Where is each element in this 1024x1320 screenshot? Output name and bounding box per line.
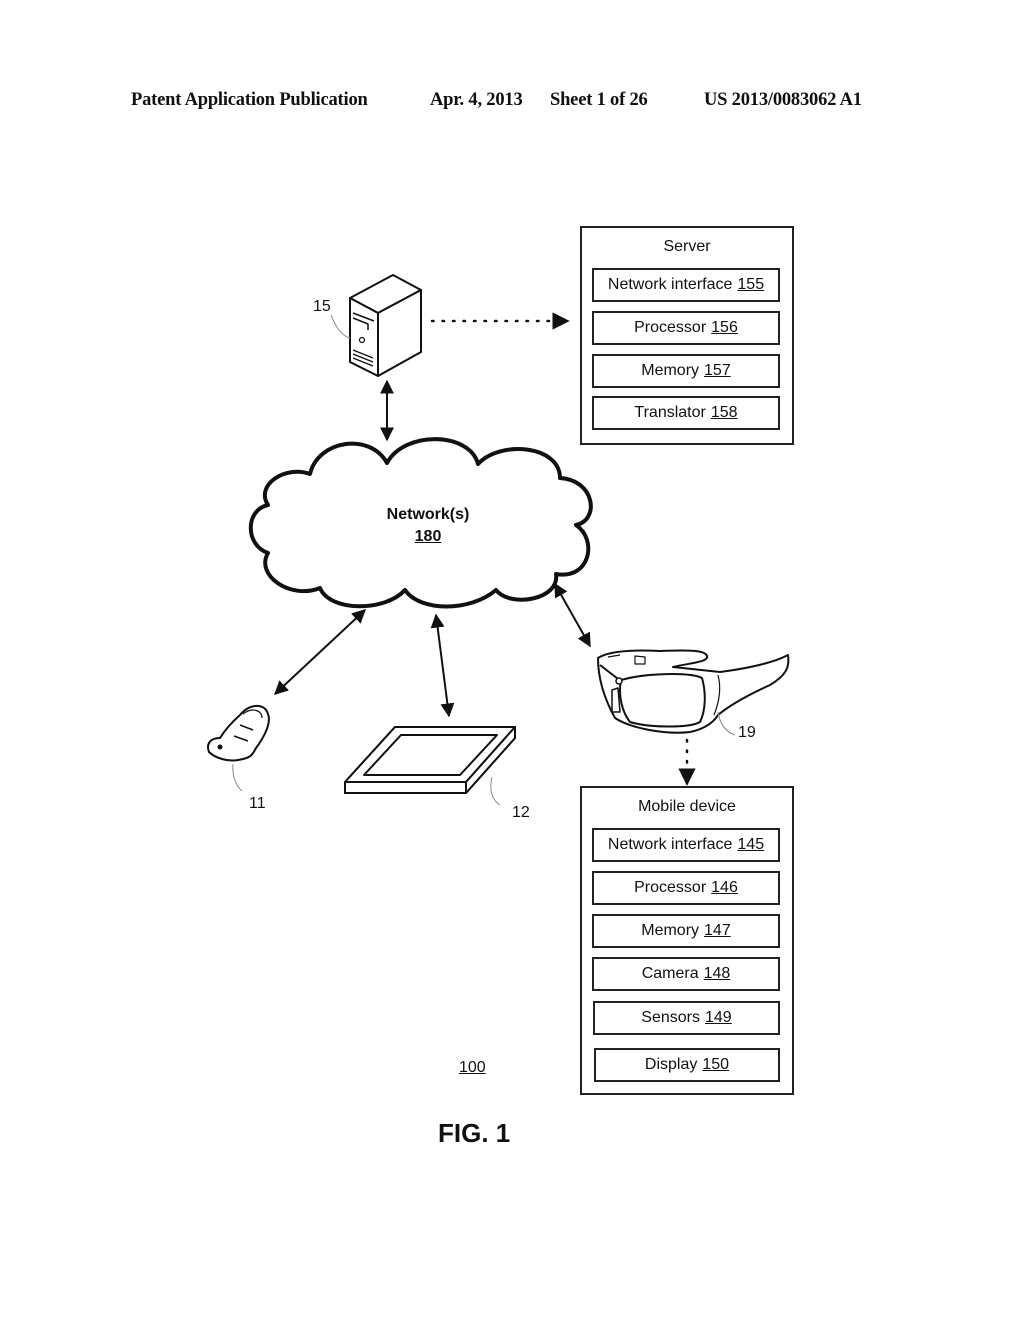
mobile-component-display: Display 150 (594, 1048, 780, 1082)
server-tower-icon (349, 274, 422, 377)
server-box: Server Network interface 155 Processor 156… (580, 226, 794, 445)
server-component-translator: Translator 158 (592, 396, 780, 430)
arrow-network-glasses (554, 582, 591, 648)
component-label: Translator (634, 404, 706, 421)
smart-glasses-icon (597, 649, 790, 734)
ref-tablet: 12 (512, 804, 530, 821)
figure-drawing (207, 274, 790, 806)
mobile-phone-icon (207, 704, 270, 762)
mobile-device-box: Mobile device Network interface 145 Proce… (580, 786, 794, 1095)
figure-label: FIG. 1 (438, 1118, 511, 1148)
server-component-network-interface: Network interface 155 (592, 268, 780, 302)
component-label: Camera (641, 965, 699, 982)
component-label: Network interface (607, 836, 733, 853)
component-label: Sensors (641, 1009, 700, 1026)
component-ref: 145 (737, 836, 765, 853)
mobile-component-network-interface: Network interface 145 (592, 828, 780, 862)
component-label: Display (644, 1056, 698, 1073)
server-component-processor: Processor 156 (592, 311, 780, 345)
mobile-component-camera: Camera 148 (592, 957, 780, 991)
leader-line-15 (330, 314, 351, 339)
component-ref: 147 (704, 922, 731, 939)
component-ref: 148 (703, 965, 731, 982)
arrow-network-tablet (430, 613, 455, 718)
component-label: Processor (634, 879, 707, 896)
component-ref: 156 (711, 319, 738, 336)
component-ref: 146 (711, 879, 738, 896)
component-label: Memory (641, 362, 700, 379)
component-ref: 157 (704, 362, 731, 379)
component-ref: 149 (705, 1009, 732, 1026)
component-label: Memory (641, 922, 700, 939)
mobile-component-memory: Memory 147 (592, 914, 780, 948)
ref-phone: 11 (249, 795, 266, 812)
component-label: Network interface (607, 276, 733, 293)
leader-line-12 (490, 776, 501, 806)
mobile-device-title: Mobile device (638, 798, 736, 815)
mobile-component-processor: Processor 146 (592, 871, 780, 905)
component-ref: 150 (702, 1056, 730, 1073)
component-label: Processor (634, 319, 707, 336)
arrow-network-phone (273, 609, 367, 695)
system-ref: 100 (459, 1059, 486, 1076)
component-ref: 155 (737, 276, 765, 293)
server-component-memory: Memory 157 (592, 354, 780, 388)
leader-line-19 (717, 711, 736, 736)
server-title: Server (663, 238, 711, 255)
leader-line-11 (232, 763, 243, 792)
network-ref: 180 (414, 528, 442, 545)
tablet-icon (344, 726, 516, 794)
network-cloud-label: Network(s) 180 (368, 504, 488, 548)
ref-server-tower: 15 (313, 298, 331, 315)
network-label: Network(s) (386, 506, 470, 523)
mobile-component-sensors: Sensors 149 (593, 1001, 780, 1035)
component-ref: 158 (710, 404, 738, 421)
ref-glasses: 19 (738, 724, 756, 741)
